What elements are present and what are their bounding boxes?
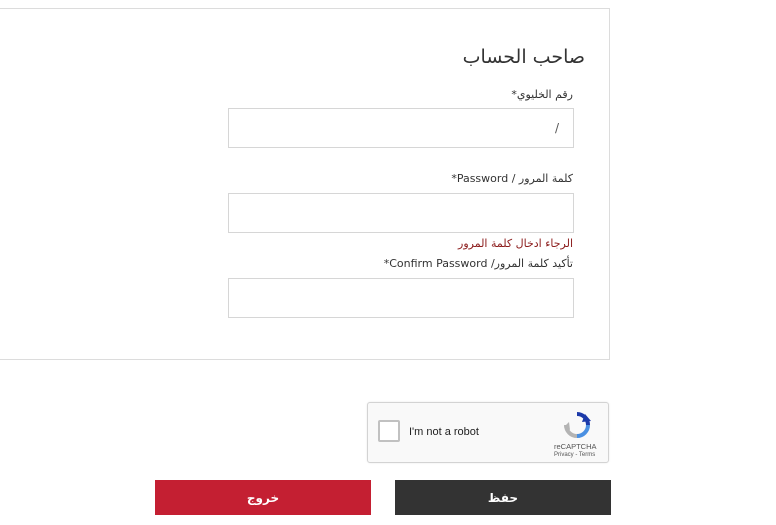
password-error-message: الرجاء ادخال كلمة المرور bbox=[458, 237, 573, 250]
recaptcha-label: I'm not a robot bbox=[409, 426, 479, 438]
save-button[interactable]: حفظ bbox=[395, 480, 611, 515]
confirm-password-field[interactable] bbox=[228, 278, 574, 318]
password-label: كلمة المرور / Password* bbox=[451, 172, 573, 185]
password-input[interactable] bbox=[229, 194, 573, 232]
gulf-id-field[interactable] bbox=[228, 108, 574, 148]
confirm-password-input[interactable] bbox=[229, 279, 573, 317]
gulf-id-input[interactable] bbox=[229, 109, 573, 147]
recaptcha-checkbox[interactable] bbox=[378, 420, 400, 442]
password-field[interactable] bbox=[228, 193, 574, 233]
confirm-password-label: تأكيد كلمة المرور/ Confirm Password* bbox=[383, 257, 573, 270]
recaptcha-widget: I'm not a robot reCAPTCHA Privacy - Term… bbox=[367, 402, 609, 463]
gulf-id-label: رقم الخليوي* bbox=[511, 88, 573, 101]
recaptcha-logo-icon bbox=[564, 412, 591, 438]
recaptcha-brand: reCAPTCHA bbox=[554, 442, 597, 451]
section-title: صاحب الحساب bbox=[462, 46, 585, 68]
recaptcha-legal-links[interactable]: Privacy - Terms bbox=[554, 452, 595, 458]
exit-button[interactable]: خروج bbox=[155, 480, 371, 515]
